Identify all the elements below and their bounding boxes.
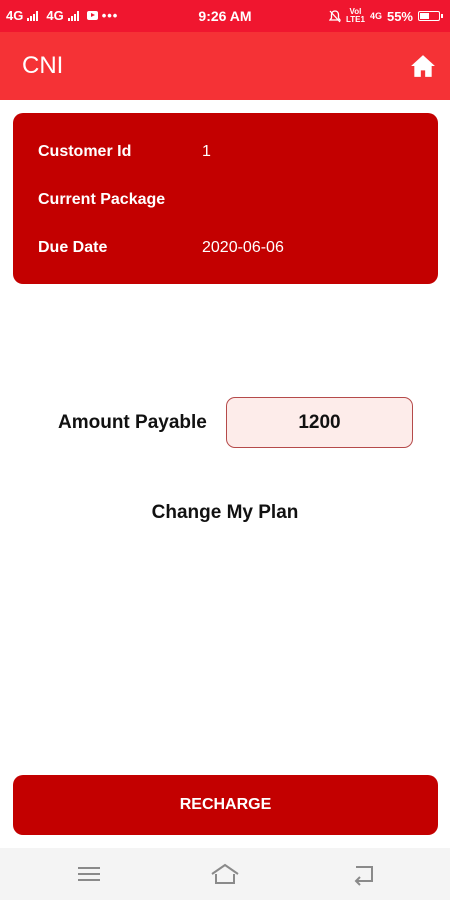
system-nav-bar (0, 848, 450, 900)
amount-payable-label: Amount Payable (58, 412, 207, 433)
due-date-value: 2020-06-06 (202, 239, 284, 256)
app-bar: CNI (0, 32, 450, 100)
status-bar: 4G 4G ••• 9:26 AM Vol LTE1 4G 55% (0, 0, 450, 32)
network-type-3: 4G (369, 11, 382, 21)
status-right: Vol LTE1 4G 55% (328, 7, 443, 24)
change-plan-link[interactable]: Change My Plan (0, 502, 450, 524)
battery-percent: 55% (386, 8, 413, 24)
battery-icon (418, 11, 443, 21)
mute-icon (328, 9, 341, 22)
back-icon[interactable] (348, 861, 378, 887)
customer-info-card: Customer Id 1 Current Package Due Date 2… (13, 113, 438, 284)
recharge-button[interactable]: RECHARGE (13, 775, 438, 835)
volte-badge: Vol LTE1 (345, 7, 365, 24)
due-date-label: Due Date (38, 239, 108, 256)
amount-payable-field[interactable]: 1200 (226, 397, 413, 448)
menu-icon[interactable] (74, 861, 104, 887)
home-outline-icon[interactable] (210, 861, 240, 887)
customer-id-label: Customer Id (38, 143, 132, 160)
battery-level (420, 13, 430, 19)
home-icon[interactable] (410, 54, 436, 78)
customer-id-value: 1 (202, 143, 211, 160)
app-title: CNI (22, 52, 64, 79)
current-package-label: Current Package (38, 191, 166, 208)
